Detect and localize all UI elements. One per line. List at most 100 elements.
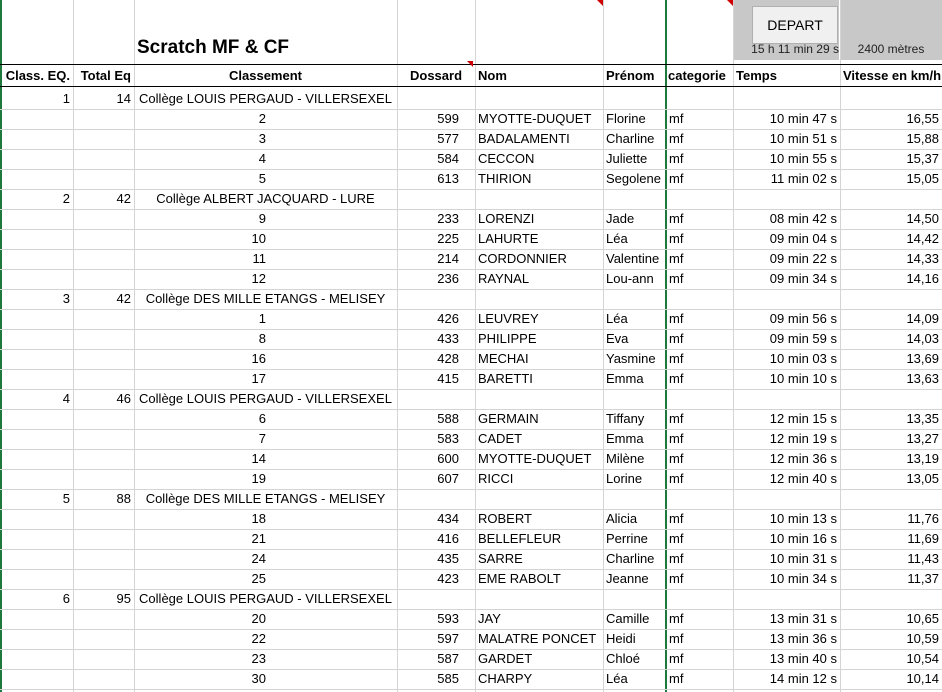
runner-place[interactable]: 17: [134, 369, 269, 389]
runner-bib[interactable]: 426: [397, 309, 462, 329]
team-total[interactable]: 14: [73, 89, 134, 109]
runner-vitesse[interactable]: 10,59: [840, 629, 942, 649]
runner-vitesse[interactable]: 16,55: [840, 109, 942, 129]
runner-vitesse[interactable]: 13,19: [840, 449, 942, 469]
runner-categorie[interactable]: mf: [666, 329, 733, 349]
runner-nom[interactable]: THIRION: [475, 169, 603, 189]
runner-nom[interactable]: PHILIPPE: [475, 329, 603, 349]
runner-nom[interactable]: MALATRE PONCET: [475, 629, 603, 649]
runner-place[interactable]: 10: [134, 229, 269, 249]
runner-bib[interactable]: 225: [397, 229, 462, 249]
runner-prenom[interactable]: Lorine: [603, 469, 666, 489]
team-rank[interactable]: 3: [0, 289, 73, 309]
runner-nom[interactable]: EME RABOLT: [475, 569, 603, 589]
runner-vitesse[interactable]: 14,09: [840, 309, 942, 329]
runner-categorie[interactable]: mf: [666, 529, 733, 549]
depart-button[interactable]: DEPART: [752, 6, 838, 44]
runner-prenom[interactable]: Alicia: [603, 509, 666, 529]
runner-temps[interactable]: 11 min 02 s: [733, 169, 840, 189]
runner-nom[interactable]: MYOTTE-DUQUET: [475, 449, 603, 469]
runner-nom[interactable]: JAY: [475, 609, 603, 629]
runner-vitesse[interactable]: 10,54: [840, 649, 942, 669]
team-total[interactable]: 88: [73, 489, 134, 509]
runner-place[interactable]: 23: [134, 649, 269, 669]
runner-vitesse[interactable]: 15,37: [840, 149, 942, 169]
runner-categorie[interactable]: mf: [666, 149, 733, 169]
runner-prenom[interactable]: Léa: [603, 669, 666, 689]
runner-temps[interactable]: 13 min 31 s: [733, 609, 840, 629]
runner-temps[interactable]: 10 min 51 s: [733, 129, 840, 149]
runner-categorie[interactable]: mf: [666, 569, 733, 589]
runner-categorie[interactable]: mf: [666, 469, 733, 489]
runner-categorie[interactable]: mf: [666, 169, 733, 189]
runner-place[interactable]: 7: [134, 429, 269, 449]
runner-nom[interactable]: LORENZI: [475, 209, 603, 229]
runner-bib[interactable]: 593: [397, 609, 462, 629]
runner-prenom[interactable]: Yasmine: [603, 349, 666, 369]
runner-temps[interactable]: 12 min 15 s: [733, 409, 840, 429]
runner-categorie[interactable]: mf: [666, 269, 733, 289]
runner-vitesse[interactable]: 15,88: [840, 129, 942, 149]
runner-vitesse[interactable]: 11,69: [840, 529, 942, 549]
runner-bib[interactable]: 607: [397, 469, 462, 489]
runner-bib[interactable]: 587: [397, 649, 462, 669]
team-rank[interactable]: 6: [0, 589, 73, 609]
header-temps[interactable]: Temps: [733, 66, 840, 86]
runner-prenom[interactable]: Léa: [603, 229, 666, 249]
team-total[interactable]: 95: [73, 589, 134, 609]
runner-vitesse[interactable]: 10,65: [840, 609, 942, 629]
runner-vitesse[interactable]: 13,63: [840, 369, 942, 389]
runner-place[interactable]: 12: [134, 269, 269, 289]
runner-place[interactable]: 21: [134, 529, 269, 549]
runner-prenom[interactable]: Florine: [603, 109, 666, 129]
runner-nom[interactable]: BADALAMENTI: [475, 129, 603, 149]
header-classement[interactable]: Classement: [134, 66, 397, 86]
runner-bib[interactable]: 435: [397, 549, 462, 569]
runner-nom[interactable]: LAHURTE: [475, 229, 603, 249]
runner-bib[interactable]: 416: [397, 529, 462, 549]
runner-vitesse[interactable]: 14,03: [840, 329, 942, 349]
runner-categorie[interactable]: mf: [666, 229, 733, 249]
runner-nom[interactable]: CECCON: [475, 149, 603, 169]
runner-categorie[interactable]: mf: [666, 129, 733, 149]
runner-place[interactable]: 18: [134, 509, 269, 529]
runner-vitesse[interactable]: 14,16: [840, 269, 942, 289]
runner-prenom[interactable]: Eva: [603, 329, 666, 349]
team-rank[interactable]: 2: [0, 189, 73, 209]
runner-temps[interactable]: 09 min 04 s: [733, 229, 840, 249]
team-name[interactable]: Collège LOUIS PERGAUD - VILLERSEXEL: [134, 89, 397, 109]
runner-categorie[interactable]: mf: [666, 249, 733, 269]
runner-temps[interactable]: 09 min 59 s: [733, 329, 840, 349]
runner-bib[interactable]: 600: [397, 449, 462, 469]
runner-prenom[interactable]: Lou-ann: [603, 269, 666, 289]
runner-place[interactable]: 9: [134, 209, 269, 229]
runner-prenom[interactable]: Emma: [603, 369, 666, 389]
runner-categorie[interactable]: mf: [666, 309, 733, 329]
runner-prenom[interactable]: Milène: [603, 449, 666, 469]
runner-nom[interactable]: GERMAIN: [475, 409, 603, 429]
runner-place[interactable]: 30: [134, 669, 269, 689]
runner-place[interactable]: 19: [134, 469, 269, 489]
runner-nom[interactable]: CORDONNIER: [475, 249, 603, 269]
team-name[interactable]: Collège ALBERT JACQUARD - LURE: [134, 189, 397, 209]
header-prenom[interactable]: Prénom: [603, 66, 666, 86]
runner-temps[interactable]: 13 min 36 s: [733, 629, 840, 649]
team-rank[interactable]: 4: [0, 389, 73, 409]
runner-bib[interactable]: 233: [397, 209, 462, 229]
runner-vitesse[interactable]: 13,35: [840, 409, 942, 429]
runner-nom[interactable]: ROBERT: [475, 509, 603, 529]
runner-temps[interactable]: 09 min 34 s: [733, 269, 840, 289]
runner-place[interactable]: 11: [134, 249, 269, 269]
runner-nom[interactable]: GARDET: [475, 649, 603, 669]
header-total-eq[interactable]: Total Eq: [73, 66, 134, 86]
runner-prenom[interactable]: Segolene: [603, 169, 666, 189]
header-class-eq[interactable]: Class. EQ.: [0, 66, 73, 86]
team-name[interactable]: Collège LOUIS PERGAUD - VILLERSEXEL: [134, 589, 397, 609]
runner-categorie[interactable]: mf: [666, 409, 733, 429]
runner-categorie[interactable]: mf: [666, 109, 733, 129]
runner-categorie[interactable]: mf: [666, 629, 733, 649]
runner-prenom[interactable]: Tiffany: [603, 409, 666, 429]
runner-temps[interactable]: 08 min 42 s: [733, 209, 840, 229]
runner-temps[interactable]: 10 min 13 s: [733, 509, 840, 529]
runner-bib[interactable]: 434: [397, 509, 462, 529]
